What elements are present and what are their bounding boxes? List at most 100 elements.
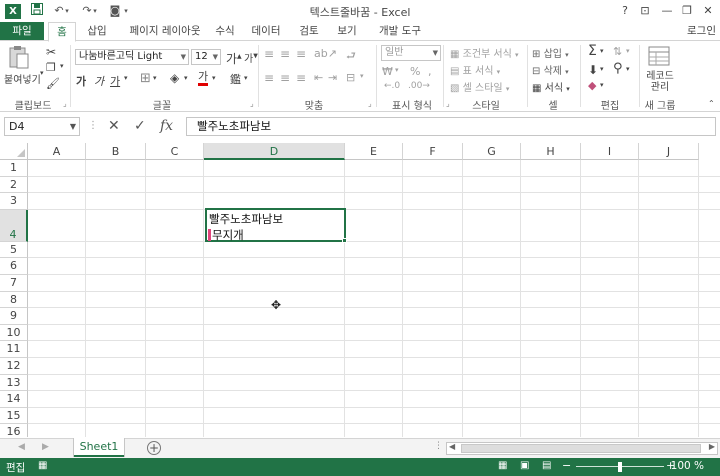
borders-dropdown-icon[interactable]: ▾ (153, 74, 157, 82)
row-header-12[interactable]: 12 (0, 358, 28, 375)
column-header-c[interactable]: C (146, 143, 204, 160)
help-button[interactable]: ? (614, 2, 636, 20)
worksheet-grid[interactable]: ABCDEFGHIJ 1 2 3 4 5 6 7 8 9 10 11 12 13 14 15 16 빨주노초파… (0, 143, 720, 437)
tab-home[interactable]: 홈 (48, 22, 76, 42)
row-header-1[interactable]: 1 (0, 160, 28, 177)
font-color-icon[interactable]: 가 (198, 71, 209, 86)
decrease-indent-icon[interactable]: ⇤ (314, 71, 323, 84)
accounting-format-icon[interactable]: ₩ (382, 65, 393, 78)
tab-review[interactable]: 검토 (296, 22, 322, 41)
autosum-dropdown-icon[interactable]: ▾ (600, 47, 604, 55)
fill-handle[interactable] (342, 238, 347, 243)
percent-style-icon[interactable]: % (410, 65, 420, 78)
insert-cells-button[interactable]: ⊞ 삽입 ▾ (532, 45, 569, 60)
align-top-icon[interactable]: ≡ (264, 47, 274, 61)
increase-indent-icon[interactable]: ⇥ (328, 71, 337, 84)
sort-filter-icon[interactable]: ⇅ (613, 45, 622, 58)
tab-view[interactable]: 보기 (334, 22, 360, 41)
row-header-6[interactable]: 6 (0, 258, 28, 275)
tab-developer[interactable]: 개발 도구 (372, 22, 428, 41)
row-header-4[interactable]: 4 (0, 209, 28, 242)
new-sheet-button[interactable]: + (147, 441, 161, 455)
conditional-formatting-button[interactable]: ▦ 조건부 서식 ▾ (450, 45, 519, 60)
row-header-9[interactable]: 9 (0, 308, 28, 325)
alignment-dialog-launcher-icon[interactable]: ⌟ (368, 99, 372, 108)
column-header-d[interactable]: D (204, 143, 345, 160)
sheet-tab-sheet1[interactable]: Sheet1 (74, 438, 124, 457)
cut-icon[interactable]: ✂ (46, 45, 56, 59)
font-size-combo[interactable]: 12 ▼ (191, 49, 221, 65)
normal-view-icon[interactable]: ▦ (498, 460, 507, 471)
font-dialog-launcher-icon[interactable]: ⌟ (250, 99, 254, 108)
column-header-g[interactable]: G (463, 143, 521, 160)
font-color-dropdown-icon[interactable]: ▾ (212, 74, 216, 82)
tab-data[interactable]: 데이터 (248, 22, 284, 41)
copy-dropdown-icon[interactable]: ▾ (60, 62, 64, 70)
wrap-text-icon[interactable]: ⮐ (346, 47, 356, 66)
fill-color-dropdown-icon[interactable]: ▾ (184, 74, 188, 82)
decrease-decimal-icon[interactable]: .00→ (408, 81, 430, 91)
phonetic-guide-icon[interactable]: 鑑 (230, 71, 241, 87)
page-layout-view-icon[interactable]: ▣ (520, 460, 529, 471)
borders-icon[interactable]: ⊞ (140, 71, 151, 86)
row-header-13[interactable]: 13 (0, 374, 28, 392)
minimize-button[interactable]: — (656, 2, 678, 20)
row-header-2[interactable]: 2 (0, 176, 28, 194)
number-format-combo[interactable]: 일반 ▼ (381, 45, 441, 61)
phonetic-dropdown-icon[interactable]: ▾ (244, 74, 248, 82)
collapse-ribbon-icon[interactable]: ⌃ (708, 99, 715, 108)
delete-cells-button[interactable]: ⊟ 삭제 ▾ (532, 62, 569, 77)
tab-insert[interactable]: 삽입 (80, 22, 114, 41)
cell-styles-button[interactable]: ▧ 셀 스타일 ▾ (450, 79, 509, 94)
page-break-view-icon[interactable]: ▤ (542, 460, 551, 471)
zoom-out-icon[interactable]: − (562, 459, 571, 472)
row-header-8[interactable]: 8 (0, 291, 28, 309)
bold-icon[interactable]: 가 (76, 73, 86, 89)
fill-color-icon[interactable]: ◈ (170, 71, 179, 85)
italic-icon[interactable]: 가 (94, 73, 104, 89)
merge-center-icon[interactable]: ⊟ (346, 71, 355, 84)
row-header-16[interactable]: 16 (0, 424, 28, 437)
column-header-f[interactable]: F (403, 143, 463, 160)
fill-icon[interactable]: ⬇ (588, 63, 598, 77)
clipboard-dialog-launcher-icon[interactable]: ⌟ (63, 99, 67, 108)
align-middle-icon[interactable]: ≡ (280, 47, 290, 61)
row-header-14[interactable]: 14 (0, 391, 28, 408)
column-header-i[interactable]: I (581, 143, 639, 160)
zoom-level[interactable]: 100 % (671, 460, 704, 472)
insert-function-icon[interactable]: fx (160, 118, 173, 134)
row-header-10[interactable]: 10 (0, 324, 28, 342)
paste-button-label[interactable]: 붙여넣기 (4, 71, 41, 86)
tab-file[interactable]: 파일 (0, 22, 44, 41)
align-right-icon[interactable]: ≡ (296, 71, 306, 85)
increase-font-size-icon[interactable]: 가▲ (226, 50, 242, 67)
zoom-slider-thumb[interactable] (618, 462, 622, 472)
accounting-dropdown-icon[interactable]: ▾ (395, 66, 399, 74)
column-header-j[interactable]: J (639, 143, 699, 160)
format-painter-icon[interactable]: 🖌 (46, 77, 60, 90)
name-box[interactable]: D4 ▼ (4, 117, 80, 136)
row-header-15[interactable]: 15 (0, 407, 28, 425)
close-button[interactable]: ✕ (697, 2, 719, 20)
underline-icon[interactable]: 가 (110, 73, 120, 89)
paste-dropdown-icon[interactable]: ▾ (40, 69, 44, 77)
copy-icon[interactable]: ❐ (46, 61, 56, 74)
clear-icon[interactable]: ◆ (588, 79, 596, 92)
increase-decimal-icon[interactable]: ←.0 (384, 81, 400, 91)
row-header-5[interactable]: 5 (0, 241, 28, 259)
column-header-h[interactable]: H (521, 143, 581, 160)
align-bottom-icon[interactable]: ≡ (296, 47, 306, 61)
ribbon-display-options-button[interactable]: ⊡ (634, 2, 656, 20)
decrease-font-size-icon[interactable]: 가▼ (244, 50, 258, 65)
paste-icon[interactable] (8, 45, 30, 69)
next-sheet-icon[interactable]: ▶ (42, 442, 49, 452)
horizontal-scrollbar[interactable]: ◀ ▶ (446, 442, 718, 455)
align-left-icon[interactable]: ≡ (264, 71, 274, 85)
find-select-icon[interactable]: ⚲ (613, 61, 623, 76)
underline-dropdown-icon[interactable]: ▾ (124, 74, 128, 82)
clear-dropdown-icon[interactable]: ▾ (600, 81, 604, 89)
orientation-icon[interactable]: ab↗ (314, 47, 337, 60)
formula-input[interactable]: 빨주노초파남보 (186, 117, 716, 136)
column-header-a[interactable]: A (28, 143, 86, 160)
tab-split-handle-icon[interactable]: ⋮ (434, 441, 443, 451)
